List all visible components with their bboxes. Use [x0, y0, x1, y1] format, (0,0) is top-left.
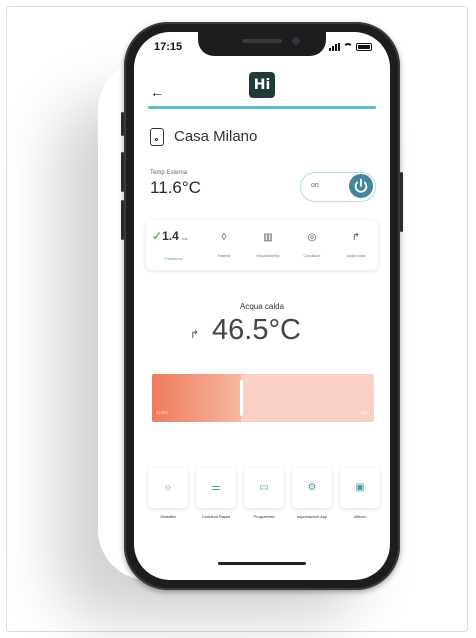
wifi-icon	[343, 43, 353, 51]
status-heating: ▥ Riscaldamento	[246, 220, 290, 270]
hot-water-title: Acqua calda	[239, 302, 285, 311]
flame-icon: ◊	[221, 232, 227, 243]
header-divider	[148, 106, 376, 109]
mode-button[interactable]: ☼	[148, 468, 188, 508]
slider-handle[interactable]	[240, 380, 243, 416]
usage-button[interactable]: ▣	[340, 468, 380, 508]
thermostat-device-icon	[150, 128, 164, 146]
volume-up-button	[121, 152, 124, 192]
flame-label: Fiamma	[217, 254, 231, 258]
house-name: Casa Milano	[174, 128, 258, 145]
slider-min-label: 37.5°C	[156, 410, 169, 415]
check-icon: ✓	[152, 229, 163, 243]
power-toggle[interactable]: on	[300, 172, 376, 202]
phone-screen: 17:15 ← Hi Casa Milano Temp Esterna 11.6…	[134, 32, 390, 580]
app-settings-button[interactable]: ⚙	[292, 468, 332, 508]
system-status-card: ✓1.4 bar Pressione ◊ Fiamma ▥ Riscaldame…	[146, 220, 378, 270]
hot-water-temperature: 46.5°C	[212, 314, 301, 346]
faucet-icon: ↱	[351, 232, 361, 243]
usage-icon: ▣	[355, 482, 365, 493]
status-flame: ◊ Fiamma	[202, 220, 246, 270]
power-icon[interactable]	[349, 174, 373, 198]
app-logo: Hi	[249, 72, 275, 98]
pressure-value: 1.4	[162, 229, 179, 243]
power-button	[400, 172, 403, 232]
schedule-button[interactable]: ▭	[244, 468, 284, 508]
home-indicator[interactable]	[218, 562, 306, 565]
hot-water-label: Acqua calda	[346, 254, 366, 258]
mode-label: Modalità	[160, 514, 176, 519]
power-toggle-label: on	[311, 182, 319, 189]
heating-label: Riscaldamento	[256, 254, 280, 258]
quick-controls-button[interactable]: ⚌	[196, 468, 236, 508]
battery-icon	[356, 43, 372, 51]
status-icons	[329, 43, 372, 51]
volume-down-button	[121, 200, 124, 240]
status-bar: 17:15	[134, 38, 390, 56]
pressure-label: Pressione	[165, 256, 183, 261]
sun-icon: ☼	[163, 482, 173, 493]
hot-water-setpoint-slider[interactable]: 37.5°C 60°C	[152, 374, 374, 422]
sliders-icon: ⚌	[211, 482, 221, 493]
smartphone-frame: 17:15 ← Hi Casa Milano Temp Esterna 11.6…	[121, 22, 403, 590]
circulator-label: Circolatore	[303, 254, 321, 258]
usage-label: Utilizzo	[353, 514, 367, 519]
slider-max-label: 60°C	[361, 410, 370, 415]
status-time: 17:15	[154, 41, 183, 53]
radiator-icon: ▥	[263, 232, 273, 243]
mute-switch	[121, 112, 124, 136]
outdoor-temp-value: 11.6°C	[150, 178, 201, 197]
settings-icon: ⚙	[307, 482, 317, 493]
slider-track	[241, 374, 374, 422]
pressure-indicator: ✓1.4 bar Pressione	[146, 220, 202, 270]
circulator-icon: ◎	[307, 232, 317, 243]
schedule-label: Programma	[253, 514, 275, 519]
outdoor-temp-label: Temp Esterna	[150, 170, 188, 176]
signal-icon	[329, 43, 340, 51]
status-hot-water: ↱ Acqua calda	[334, 220, 378, 270]
pressure-unit: bar	[182, 236, 188, 241]
calendar-icon: ▭	[259, 482, 269, 493]
back-arrow-icon[interactable]: ←	[150, 84, 164, 100]
faucet-icon: ↱	[190, 329, 200, 341]
status-circulator: ◎ Circolatore	[290, 220, 334, 270]
app-settings-label: Impostazioni App	[296, 514, 328, 519]
quick-controls-label: Comandi Rapidi	[201, 514, 231, 519]
